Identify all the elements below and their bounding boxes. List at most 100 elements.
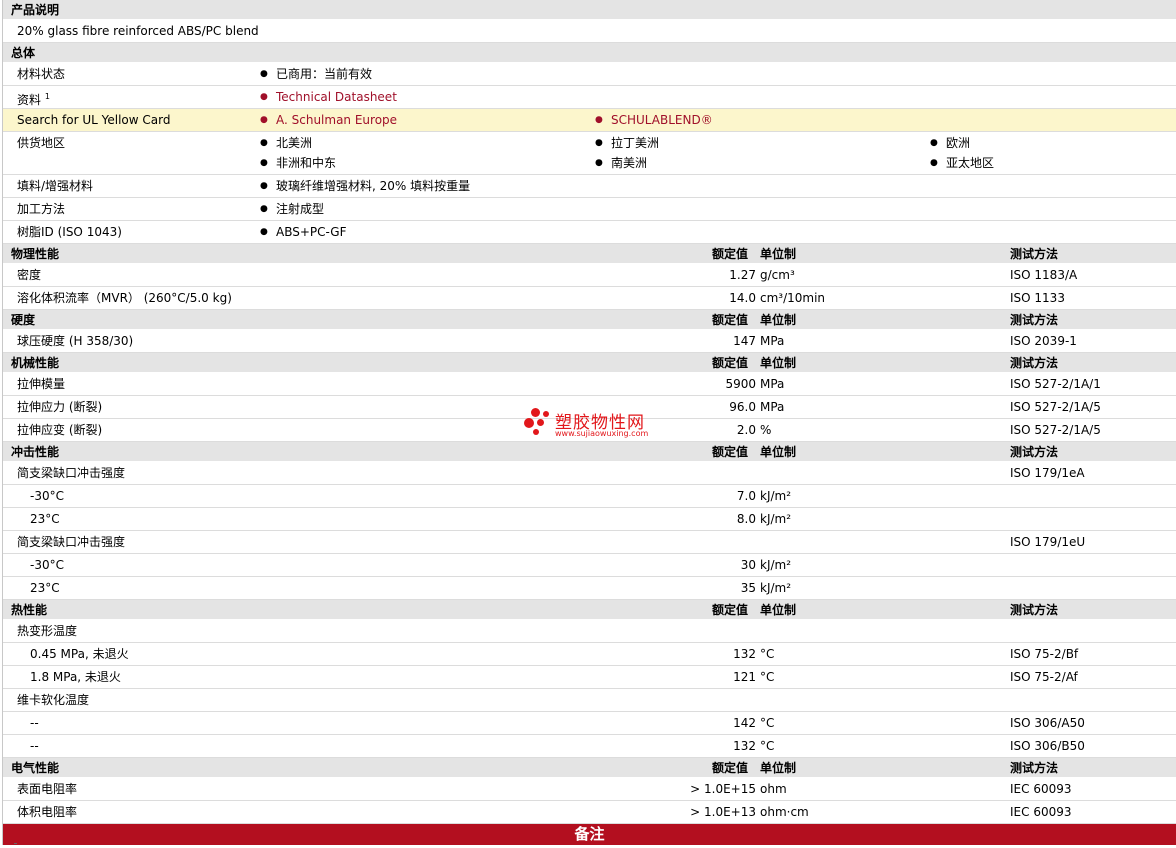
regions-label: 供货地区 bbox=[17, 136, 66, 150]
property-label: 维卡软化温度 bbox=[17, 693, 90, 707]
property-label: 溶化体积流率（MVR） (260°C/5.0 kg) bbox=[17, 291, 232, 305]
condition-label: 23°C bbox=[30, 512, 60, 526]
property-unit: MPa bbox=[760, 400, 785, 414]
property-value: > 1.0E+13 bbox=[690, 805, 756, 819]
table-row: 23°C 8.0 kJ/m² bbox=[3, 508, 1176, 531]
table-row: 拉伸模量 5900 MPa ISO 527-2/1A/1 bbox=[3, 373, 1176, 396]
section-title: 物理性能 bbox=[11, 247, 60, 261]
resin-value: ABS+PC-GF bbox=[260, 221, 347, 243]
notes-title: 备注 bbox=[574, 825, 605, 843]
notes-header: 备注 bbox=[3, 824, 1176, 845]
property-label: 密度 bbox=[17, 268, 42, 282]
nominal-header: 额定值 bbox=[712, 761, 749, 775]
section-thermal-header: 热性能 额定值 单位制 测试方法 bbox=[3, 600, 1176, 620]
property-unit: °C bbox=[760, 670, 775, 684]
supplier-link[interactable]: A. Schulman Europe bbox=[260, 109, 397, 131]
region-item: 南美洲 bbox=[595, 152, 647, 174]
section-title: 产品说明 bbox=[11, 3, 60, 17]
section-title: 电气性能 bbox=[11, 761, 60, 775]
property-method: ISO 179/1eA bbox=[1010, 466, 1085, 480]
property-unit: kJ/m² bbox=[760, 489, 792, 503]
table-row: -- 132 °C ISO 306/B50 bbox=[3, 735, 1176, 758]
property-unit: g/cm³ bbox=[760, 268, 795, 282]
property-method: ISO 306/B50 bbox=[1010, 739, 1085, 753]
process-label: 加工方法 bbox=[17, 202, 66, 216]
property-unit: kJ/m² bbox=[760, 558, 792, 572]
table-row: 0.45 MPa, 未退火 132 °C ISO 75-2/Bf bbox=[3, 643, 1176, 666]
property-value: 1.27 bbox=[729, 268, 756, 282]
table-row: 表面电阻率 > 1.0E+15 ohm IEC 60093 bbox=[3, 778, 1176, 801]
unit-header: 单位制 bbox=[760, 445, 797, 459]
nominal-header: 额定值 bbox=[712, 356, 749, 370]
property-unit: °C bbox=[760, 739, 775, 753]
region-item: 北美洲 bbox=[260, 132, 312, 154]
property-method: ISO 527-2/1A/1 bbox=[1010, 377, 1101, 391]
docs-footnote: 1 bbox=[44, 92, 50, 101]
property-label: 体积电阻率 bbox=[17, 805, 78, 819]
section-description-header: 产品说明 bbox=[3, 0, 1176, 20]
property-method: ISO 306/A50 bbox=[1010, 716, 1085, 730]
filler-row: 填料/增强材料 玻璃纤维增强材料, 20% 填料按重量 bbox=[3, 175, 1176, 198]
property-value: 2.0 bbox=[736, 423, 756, 437]
table-row: -30°C 30 kJ/m² bbox=[3, 554, 1176, 577]
property-value: 147 bbox=[733, 334, 756, 348]
section-general-header: 总体 bbox=[3, 43, 1176, 63]
property-value: 132 bbox=[733, 647, 756, 661]
brand-link[interactable]: SCHULABLEND® bbox=[595, 109, 713, 131]
property-unit: % bbox=[760, 423, 772, 437]
table-row: 23°C 35 kJ/m² bbox=[3, 577, 1176, 600]
process-row: 加工方法 注射成型 bbox=[3, 198, 1176, 221]
table-row: 维卡软化温度 bbox=[3, 689, 1176, 712]
property-label: 拉伸应力 (断裂) bbox=[17, 400, 103, 414]
property-value: 35 bbox=[740, 581, 756, 595]
property-method: ISO 527-2/1A/5 bbox=[1010, 400, 1101, 414]
property-method: ISO 1183/A bbox=[1010, 268, 1078, 282]
watermark-logo: 塑胶物性网 www.sujiaowuxing.com bbox=[524, 408, 664, 440]
property-value: 30 bbox=[740, 558, 756, 572]
condition-label: -- bbox=[30, 716, 39, 730]
status-value: 已商用：当前有效 bbox=[260, 63, 372, 85]
section-title: 热性能 bbox=[11, 603, 48, 617]
filler-label: 填料/增强材料 bbox=[17, 179, 94, 193]
property-value: 121 bbox=[733, 670, 756, 684]
table-row: 简支梁缺口冲击强度 ISO 179/1eA bbox=[3, 462, 1176, 485]
condition-label: 0.45 MPa, 未退火 bbox=[30, 647, 129, 661]
status-label: 材料状态 bbox=[17, 67, 66, 81]
condition-label: -- bbox=[30, 739, 39, 753]
property-value: 8.0 bbox=[736, 512, 756, 526]
method-header: 测试方法 bbox=[1010, 445, 1059, 459]
property-method: ISO 2039-1 bbox=[1010, 334, 1077, 348]
nominal-header: 额定值 bbox=[712, 603, 749, 617]
property-label: 简支梁缺口冲击强度 bbox=[17, 535, 126, 549]
region-item: 欧洲 bbox=[930, 132, 970, 154]
method-header: 测试方法 bbox=[1010, 313, 1059, 327]
property-unit: cm³/10min bbox=[760, 291, 826, 305]
section-impact-header: 冲击性能 额定值 单位制 测试方法 bbox=[3, 442, 1176, 462]
property-method: ISO 179/1eU bbox=[1010, 535, 1086, 549]
resin-row: 树脂ID (ISO 1043) ABS+PC-GF bbox=[3, 221, 1176, 244]
property-value: 5900 bbox=[725, 377, 756, 391]
process-value: 注射成型 bbox=[260, 198, 324, 220]
unit-header: 单位制 bbox=[760, 247, 797, 261]
region-item: 非洲和中东 bbox=[260, 152, 336, 174]
property-unit: MPa bbox=[760, 377, 785, 391]
description-row: 20% glass fibre reinforced ABS/PC blend bbox=[3, 20, 1176, 43]
property-label: 拉伸模量 bbox=[17, 377, 66, 391]
section-title: 总体 bbox=[11, 46, 36, 60]
section-mechanical-header: 机械性能 额定值 单位制 测试方法 bbox=[3, 353, 1176, 373]
property-method: IEC 60093 bbox=[1010, 805, 1072, 819]
table-row: 球压硬度 (H 358/30) 147 MPa ISO 2039-1 bbox=[3, 330, 1176, 353]
property-value: 96.0 bbox=[729, 400, 756, 414]
section-title: 硬度 bbox=[11, 313, 36, 327]
property-method: ISO 1133 bbox=[1010, 291, 1065, 305]
footnote-marker bbox=[14, 843, 17, 844]
filler-value: 玻璃纤维增强材料, 20% 填料按重量 bbox=[260, 175, 470, 197]
table-row: 溶化体积流率（MVR） (260°C/5.0 kg) 14.0 cm³/10mi… bbox=[3, 287, 1176, 310]
property-value: 142 bbox=[733, 716, 756, 730]
technical-datasheet-link[interactable]: Technical Datasheet bbox=[260, 86, 397, 108]
property-method: ISO 527-2/1A/5 bbox=[1010, 423, 1101, 437]
table-row: 简支梁缺口冲击强度 ISO 179/1eU bbox=[3, 531, 1176, 554]
table-row: -- 142 °C ISO 306/A50 bbox=[3, 712, 1176, 735]
unit-header: 单位制 bbox=[760, 603, 797, 617]
section-electrical-header: 电气性能 额定值 单位制 测试方法 bbox=[3, 758, 1176, 778]
